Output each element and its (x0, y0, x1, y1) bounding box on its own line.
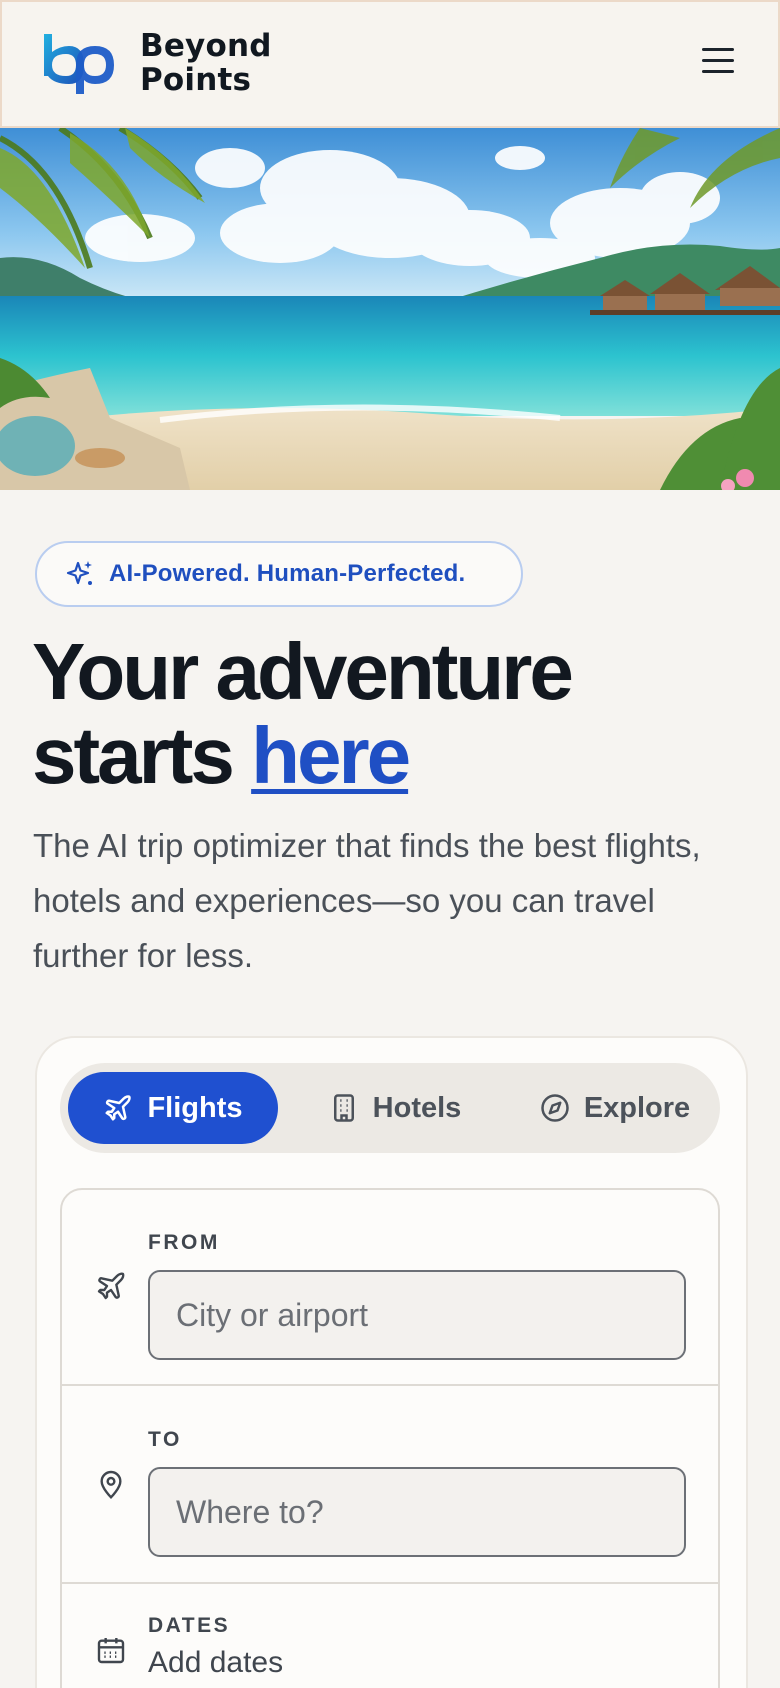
beyond-points-logo[interactable] (40, 32, 118, 100)
page-subtitle: The AI trip optimizer that finds the bes… (33, 827, 701, 974)
site-header: Beyond Points (0, 0, 780, 128)
brand-line-1: Beyond (140, 28, 272, 64)
title-accent: here (251, 711, 411, 800)
ai-badge: AI-Powered. Human-Perfected. (35, 541, 523, 607)
tab-hotels-label: Hotels (372, 1091, 462, 1124)
tab-flights[interactable]: Flights (68, 1072, 278, 1144)
plane-icon (105, 1095, 132, 1121)
hamburger-menu-icon[interactable] (698, 48, 738, 84)
title-line-1: Your adventure (32, 627, 574, 716)
to-label: TO (148, 1428, 182, 1451)
page-title: Your adventure starts here (32, 630, 752, 798)
calendar-icon (97, 1638, 125, 1664)
tab-hotels[interactable]: Hotels (300, 1072, 490, 1144)
to-input[interactable] (148, 1467, 686, 1557)
from-input[interactable] (148, 1270, 686, 1360)
dates-label: DATES (148, 1614, 231, 1637)
tab-explore-label: Explore (583, 1091, 691, 1124)
tab-explore[interactable]: Explore (515, 1072, 715, 1144)
brand-line-2: Points (140, 62, 252, 98)
tab-flights-label: Flights (147, 1091, 243, 1124)
title-prefix: starts (32, 711, 252, 800)
title-line-2: starts here (32, 714, 752, 798)
from-label: FROM (148, 1231, 220, 1254)
plane-icon (97, 1272, 125, 1300)
field-divider (62, 1384, 718, 1386)
badge-label: AI-Powered. Human-Perfected. (109, 560, 466, 587)
compass-icon (541, 1094, 569, 1122)
sparkle-icon (66, 561, 92, 585)
field-divider (62, 1582, 718, 1584)
hero-image (0, 128, 780, 490)
building-icon (333, 1094, 354, 1122)
brand-name[interactable]: Beyond Points (140, 29, 272, 97)
map-pin-icon (100, 1470, 122, 1500)
dates-picker[interactable]: Add dates (148, 1646, 283, 1680)
